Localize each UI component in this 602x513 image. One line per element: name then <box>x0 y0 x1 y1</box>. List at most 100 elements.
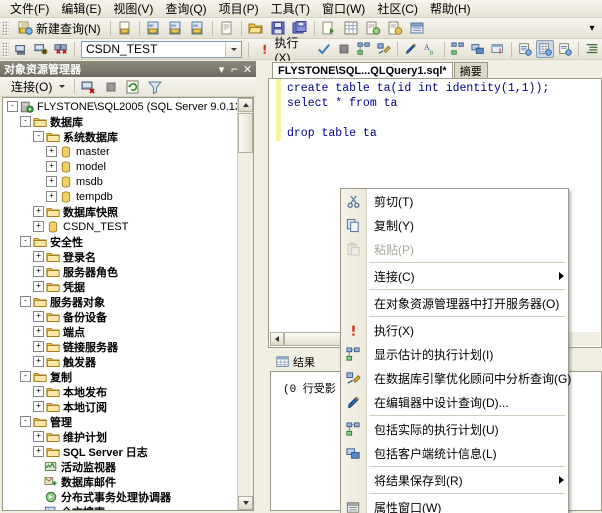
tree-item[interactable]: + 数据库快照 <box>3 204 238 219</box>
menu-window[interactable]: 窗口(W) <box>316 1 371 17</box>
toolbar-overflow-button[interactable]: ▾ <box>583 19 601 37</box>
ctx-display-estimated-execution-plan[interactable]: 显示估计的执行计划(I) <box>341 342 568 366</box>
collapse-icon[interactable]: - <box>20 296 31 307</box>
parse-button[interactable] <box>315 40 333 58</box>
menu-project[interactable]: 项目(P) <box>213 1 265 17</box>
stop-object-button[interactable] <box>101 78 121 96</box>
tree-item[interactable]: - 系统数据库 <box>3 129 238 144</box>
expand-icon[interactable]: + <box>33 401 44 412</box>
menu-help[interactable]: 帮助(H) <box>424 1 477 17</box>
ctx-cut[interactable]: 剪切(T) <box>341 189 568 213</box>
collapse-icon[interactable]: - <box>33 131 44 142</box>
ctx-connect[interactable]: 连接(C) <box>341 264 568 288</box>
tab-summary[interactable]: 摘要 <box>453 62 488 78</box>
expand-icon[interactable]: + <box>33 266 44 277</box>
new-file-button[interactable] <box>115 19 135 37</box>
tree-item[interactable]: + tempdb <box>3 189 238 204</box>
expand-icon[interactable]: + <box>33 311 44 322</box>
change-connection-button[interactable] <box>52 40 70 58</box>
tree-item[interactable]: A 全文搜索 <box>3 504 238 510</box>
toolbar-grip[interactable] <box>2 20 9 36</box>
tab-results[interactable]: 结果 <box>272 353 319 371</box>
results-to-text-button[interactable] <box>516 40 534 58</box>
ctx-design-query-in-editor[interactable]: 在编辑器中设计查询(D)... <box>341 390 568 414</box>
expand-icon[interactable]: + <box>46 146 57 157</box>
new-query-button[interactable]: 新建查询(N) <box>12 19 106 37</box>
expand-icon[interactable]: + <box>33 206 44 217</box>
menu-edit[interactable]: 编辑(E) <box>55 1 107 17</box>
menu-community[interactable]: 社区(C) <box>371 1 424 17</box>
scrollbar-thumb[interactable] <box>238 113 253 153</box>
new-blank-file-button[interactable] <box>217 19 237 37</box>
filter-button[interactable] <box>145 78 165 96</box>
tree-item[interactable]: + 触发器 <box>3 354 238 369</box>
collapse-icon[interactable]: - <box>20 416 31 427</box>
ctx-include-actual-execution-plan[interactable]: 包括实际的执行计划(U) <box>341 417 568 441</box>
tree-item[interactable]: - 安全性 <box>3 234 238 249</box>
tree-item[interactable]: + 本地发布 <box>3 384 238 399</box>
expand-icon[interactable]: + <box>33 446 44 457</box>
include-client-stats-button[interactable] <box>469 40 487 58</box>
expand-icon[interactable]: + <box>33 341 44 352</box>
new-analysis-query-button[interactable]: MD <box>144 19 164 37</box>
new-mdx-query-button[interactable]: DM <box>166 19 186 37</box>
results-properties-button[interactable]: ! <box>489 40 507 58</box>
results-to-file-button[interactable] <box>556 40 574 58</box>
pin-icon[interactable]: ⌐ <box>228 62 241 76</box>
expand-icon[interactable]: + <box>33 221 44 232</box>
font-button[interactable]: A B <box>422 40 440 58</box>
tree-item[interactable]: + 本地订阅 <box>3 399 238 414</box>
expand-icon[interactable]: + <box>33 431 44 442</box>
tree-item[interactable]: + master <box>3 144 238 159</box>
dropdown-icon[interactable]: ▾ <box>215 63 228 76</box>
indent-button[interactable] <box>583 40 601 58</box>
menu-tools[interactable]: 工具(T) <box>265 1 316 17</box>
tree-item[interactable]: - 服务器对象 <box>3 294 238 309</box>
tree-item[interactable]: + SQL Server 日志 <box>3 444 238 459</box>
expand-icon[interactable]: + <box>46 161 57 172</box>
expand-icon[interactable]: + <box>33 386 44 397</box>
open-file-button[interactable] <box>246 19 266 37</box>
tab-query1[interactable]: FLYSTONE\SQL...QLQuery1.sql* <box>272 62 453 78</box>
object-tree[interactable]: -FLYSTONE\SQL2005 (SQL Server 9.0.1399 -… <box>3 98 238 510</box>
tree-item[interactable]: 活动监视器 <box>3 459 238 474</box>
script-debug-button[interactable] <box>385 19 405 37</box>
tree-item[interactable]: - 数据库 <box>3 114 238 129</box>
menu-view[interactable]: 视图(V) <box>107 1 159 17</box>
properties-window-button[interactable] <box>407 19 427 37</box>
scroll-up-button[interactable] <box>238 98 253 112</box>
tree-item[interactable]: + 链接服务器 <box>3 339 238 354</box>
expand-icon[interactable]: + <box>33 281 44 292</box>
ctx-properties-window[interactable]: 属性窗口(W) <box>341 495 568 513</box>
stop-button[interactable] <box>335 40 353 58</box>
tree-item[interactable]: + 凭据 <box>3 279 238 294</box>
include-actual-plan-button[interactable] <box>449 40 467 58</box>
expand-icon[interactable]: + <box>33 326 44 337</box>
tree-item[interactable]: + 维护计划 <box>3 429 238 444</box>
tree-item[interactable]: - 复制 <box>3 369 238 384</box>
close-icon[interactable]: ✕ <box>241 63 254 76</box>
tree-item[interactable]: 数据库邮件 <box>3 474 238 489</box>
connect-button[interactable] <box>12 40 30 58</box>
script-run-button[interactable] <box>363 19 383 37</box>
database-selector[interactable]: CSDN_TEST <box>81 40 243 58</box>
ctx-open-server-in-object-explorer[interactable]: 在对象资源管理器中打开服务器(O) <box>341 291 568 315</box>
ctx-save-results-to[interactable]: 将结果保存到(R) <box>341 468 568 492</box>
scroll-left-button[interactable] <box>270 332 284 346</box>
menu-query[interactable]: 查询(Q) <box>159 1 212 17</box>
tree-item[interactable]: + model <box>3 159 238 174</box>
tree-item[interactable]: + 登录名 <box>3 249 238 264</box>
collapse-icon[interactable]: - <box>20 236 31 247</box>
tree-item[interactable]: + 端点 <box>3 324 238 339</box>
design-query-button[interactable] <box>402 40 420 58</box>
tuning-advisor-button[interactable] <box>375 40 393 58</box>
expand-icon[interactable]: + <box>46 176 57 187</box>
tree-item[interactable]: - FLYSTONE\SQL2005 (SQL Server 9.0.1399 -… <box>3 99 238 114</box>
collapse-icon[interactable]: - <box>20 371 31 382</box>
chevron-down-icon[interactable] <box>225 41 242 57</box>
ctx-copy[interactable]: 复制(Y) <box>341 213 568 237</box>
tree-vertical-scrollbar[interactable] <box>237 98 253 510</box>
tree-item[interactable]: + 备份设备 <box>3 309 238 324</box>
collapse-icon[interactable]: - <box>7 101 18 112</box>
ctx-execute[interactable]: 执行(X) <box>341 318 568 342</box>
